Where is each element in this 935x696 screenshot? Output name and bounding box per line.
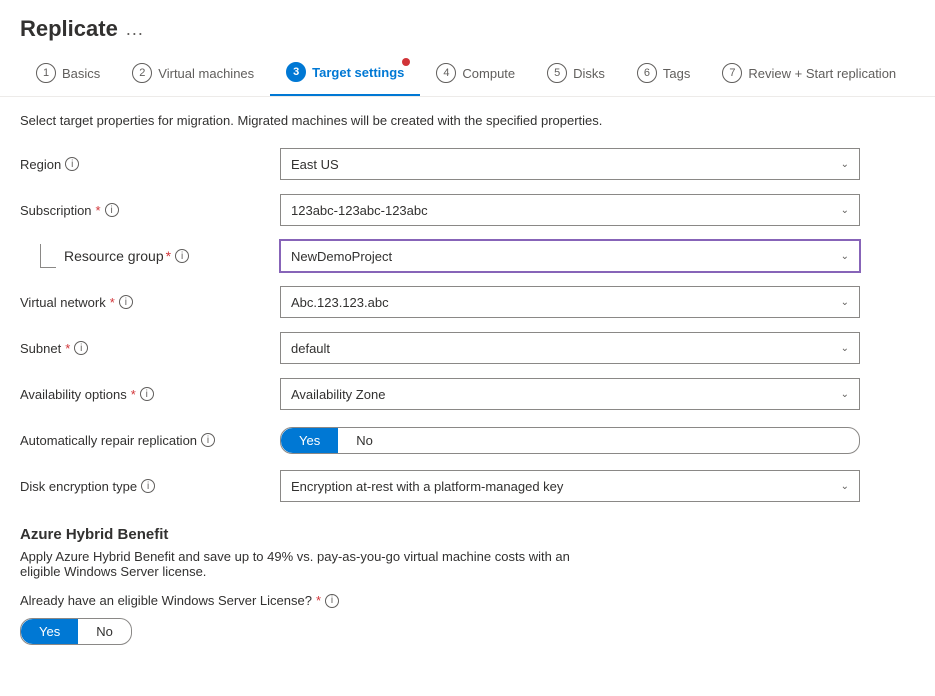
step-label-vms: Virtual machines (158, 66, 254, 81)
subnet-info-icon[interactable]: i (74, 341, 88, 355)
subscription-label: Subscription (20, 203, 92, 218)
repair-yes-button[interactable]: Yes (281, 428, 338, 453)
availability-chevron-icon: ⌄ (841, 389, 849, 400)
step-label-tags: Tags (663, 66, 690, 81)
azure-question-text: Already have an eligible Windows Server … (20, 593, 312, 608)
step-target-settings[interactable]: 3 Target settings (270, 50, 420, 96)
repair-label: Automatically repair replication (20, 433, 197, 448)
step-number-1: 1 (36, 63, 56, 83)
azure-question-info-icon[interactable]: i (325, 594, 339, 608)
step-number-5: 5 (547, 63, 567, 83)
virtual-network-required: * (110, 295, 115, 310)
subnet-row: Subnet * i default ⌄ (20, 332, 915, 364)
subscription-dropdown[interactable]: 123abc-123abc-123abc ⌄ (280, 194, 860, 226)
repair-info-icon[interactable]: i (201, 433, 215, 447)
encryption-dropdown[interactable]: Encryption at-rest with a platform-manag… (280, 470, 860, 502)
step-compute[interactable]: 4 Compute (420, 51, 531, 95)
step-label-target: Target settings (312, 65, 404, 80)
step-label-basics: Basics (62, 66, 100, 81)
subnet-value: default (291, 341, 330, 356)
azure-no-button[interactable]: No (78, 619, 131, 644)
step-number-6: 6 (637, 63, 657, 83)
step-label-review: Review + Start replication (748, 66, 896, 81)
virtual-network-label: Virtual network (20, 295, 106, 310)
resource-group-row: Resource group * i NewDemoProject ⌄ (20, 240, 915, 272)
page-title: Replicate (20, 16, 118, 42)
resource-group-label: Resource group (64, 248, 164, 264)
wizard-steps: 1 Basics 2 Virtual machines 3 Target set… (0, 50, 935, 97)
repair-toggle[interactable]: Yes No (280, 427, 860, 454)
resource-group-required: * (166, 248, 171, 264)
azure-yes-button[interactable]: Yes (21, 619, 78, 644)
azure-hybrid-toggle[interactable]: Yes No (20, 618, 132, 645)
virtual-network-value: Abc.123.123.abc (291, 295, 389, 310)
virtual-network-info-icon[interactable]: i (119, 295, 133, 309)
region-chevron-icon: ⌄ (841, 159, 849, 170)
form-description: Select target properties for migration. … (20, 113, 915, 128)
encryption-label: Disk encryption type (20, 479, 137, 494)
region-value: East US (291, 157, 339, 172)
subscription-info-icon[interactable]: i (105, 203, 119, 217)
subnet-required: * (65, 341, 70, 356)
azure-question-row: Already have an eligible Windows Server … (20, 593, 915, 608)
subnet-dropdown[interactable]: default ⌄ (280, 332, 860, 364)
availability-required: * (131, 387, 136, 402)
step-basics[interactable]: 1 Basics (20, 51, 116, 95)
subscription-value: 123abc-123abc-123abc (291, 203, 428, 218)
encryption-row: Disk encryption type i Encryption at-res… (20, 470, 915, 502)
step-number-4: 4 (436, 63, 456, 83)
indent-decoration (40, 244, 56, 268)
step-dot-indicator (402, 58, 410, 66)
step-label-disks: Disks (573, 66, 605, 81)
step-number-2: 2 (132, 63, 152, 83)
step-tags[interactable]: 6 Tags (621, 51, 706, 95)
encryption-info-icon[interactable]: i (141, 479, 155, 493)
repair-no-button[interactable]: No (338, 428, 391, 453)
subscription-row: Subscription * i 123abc-123abc-123abc ⌄ (20, 194, 915, 226)
step-number-7: 7 (722, 63, 742, 83)
subscription-required: * (96, 203, 101, 218)
resource-group-dropdown[interactable]: NewDemoProject ⌄ (280, 240, 860, 272)
availability-info-icon[interactable]: i (140, 387, 154, 401)
subscription-chevron-icon: ⌄ (841, 205, 849, 216)
resource-group-value: NewDemoProject (291, 249, 392, 264)
region-row: Region i East US ⌄ (20, 148, 915, 180)
azure-hybrid-title: Azure Hybrid Benefit (20, 526, 915, 543)
availability-label: Availability options (20, 387, 127, 402)
azure-hybrid-desc: Apply Azure Hybrid Benefit and save up t… (20, 549, 600, 579)
virtual-network-row: Virtual network * i Abc.123.123.abc ⌄ (20, 286, 915, 318)
azure-question-required: * (316, 593, 321, 608)
step-number-3: 3 (286, 62, 306, 82)
availability-row: Availability options * i Availability Zo… (20, 378, 915, 410)
region-label: Region (20, 157, 61, 172)
step-label-compute: Compute (462, 66, 515, 81)
subnet-label: Subnet (20, 341, 61, 356)
virtual-network-dropdown[interactable]: Abc.123.123.abc ⌄ (280, 286, 860, 318)
repair-replication-row: Automatically repair replication i Yes N… (20, 424, 915, 456)
step-review[interactable]: 7 Review + Start replication (706, 51, 912, 95)
more-options-icon[interactable]: ... (126, 19, 144, 40)
step-disks[interactable]: 5 Disks (531, 51, 621, 95)
resource-group-info-icon[interactable]: i (175, 249, 189, 263)
availability-value: Availability Zone (291, 387, 385, 402)
availability-dropdown[interactable]: Availability Zone ⌄ (280, 378, 860, 410)
step-virtual-machines[interactable]: 2 Virtual machines (116, 51, 270, 95)
region-info-icon[interactable]: i (65, 157, 79, 171)
region-dropdown[interactable]: East US ⌄ (280, 148, 860, 180)
subnet-chevron-icon: ⌄ (841, 343, 849, 354)
resource-group-chevron-icon: ⌄ (841, 251, 849, 262)
virtual-network-chevron-icon: ⌄ (841, 297, 849, 308)
encryption-value: Encryption at-rest with a platform-manag… (291, 479, 563, 494)
encryption-chevron-icon: ⌄ (841, 481, 849, 492)
